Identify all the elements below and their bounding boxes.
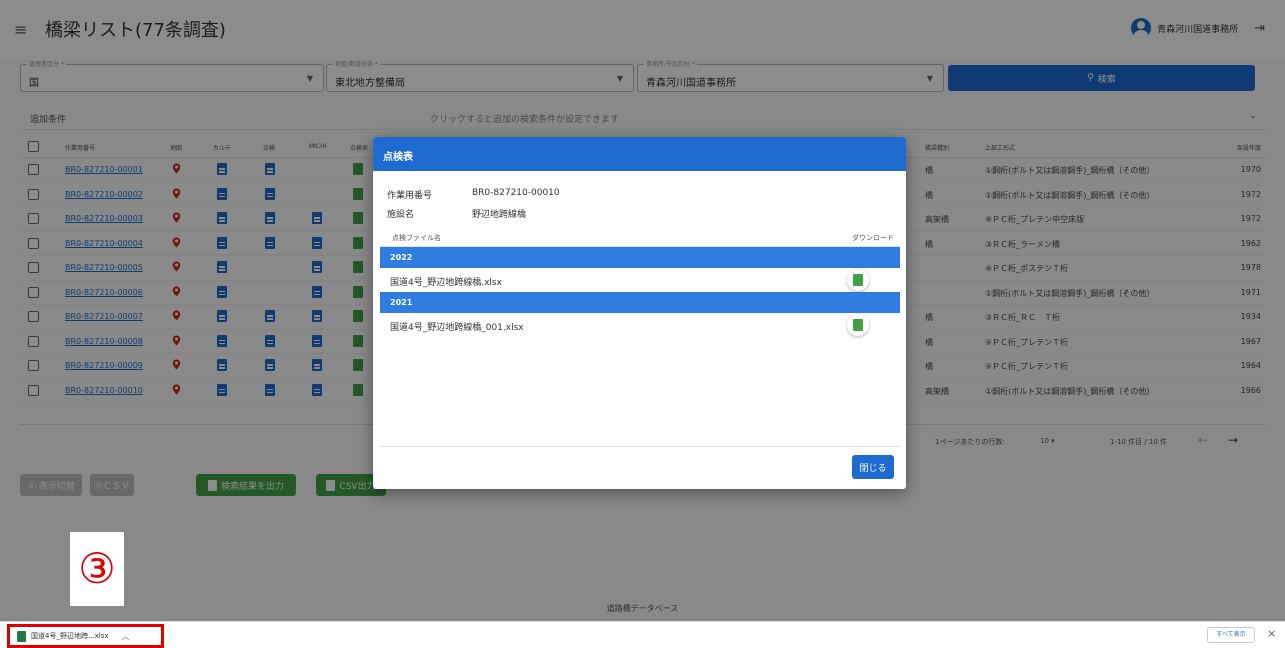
file-row: 国道4号_野辺地跨線橋.xlsx	[380, 268, 900, 292]
app-window: ≡ 橋梁リスト(77条調査) 青森河川国道事務所 ⇥ 管理者区分 * 国 ▼ 地…	[0, 0, 1285, 621]
close-button[interactable]: 閉じる	[852, 455, 894, 479]
work-no-label: 作業用番号	[387, 191, 433, 201]
download-bar: 国道4号_野辺地跨...xlsx ︿ すべて表示 ×	[0, 621, 1285, 648]
downloaded-file-name: 国道4号_野辺地跨...xlsx	[31, 632, 109, 640]
file-name: 国道4号_野辺地跨線橋_001.xlsx	[390, 323, 524, 333]
show-all-button[interactable]: すべて表示	[1207, 627, 1255, 643]
file-name-header: 点検ファイル名	[392, 234, 441, 242]
year-group-2021: 2021	[380, 292, 900, 313]
download-button[interactable]	[847, 314, 869, 336]
download-header: ダウンロード	[852, 234, 894, 242]
excel-file-icon	[853, 274, 863, 286]
downloaded-file-item[interactable]: 国道4号_野辺地跨...xlsx ︿	[7, 624, 164, 648]
file-list: 点検ファイル名 ダウンロード 2022 国道4号_野辺地跨線橋.xlsx 202…	[380, 229, 900, 447]
dialog-info: 作業用番号 BR0-827210-00010 施設名 野辺地跨線橋	[373, 171, 906, 229]
step-marker: ③	[70, 532, 124, 606]
dialog-title: 点検表	[373, 137, 906, 171]
inspection-sheet-dialog: 点検表 作業用番号 BR0-827210-00010 施設名 野辺地跨線橋 点検…	[373, 137, 906, 489]
file-list-header: 点検ファイル名 ダウンロード	[380, 229, 900, 247]
year-group-2022: 2022	[380, 247, 900, 268]
facility-label: 施設名	[387, 210, 415, 220]
file-name: 国道4号_野辺地跨線橋.xlsx	[390, 278, 502, 288]
close-download-bar-button[interactable]: ×	[1267, 627, 1276, 640]
download-button[interactable]	[847, 269, 869, 291]
excel-file-icon	[853, 319, 863, 331]
work-no-value: BR0-827210-00010	[472, 188, 560, 198]
file-row: 国道4号_野辺地跨線橋_001.xlsx	[380, 313, 900, 337]
excel-file-icon	[17, 630, 26, 642]
chevron-up-icon[interactable]: ︿	[122, 631, 130, 642]
facility-value: 野辺地跨線橋	[472, 210, 527, 220]
